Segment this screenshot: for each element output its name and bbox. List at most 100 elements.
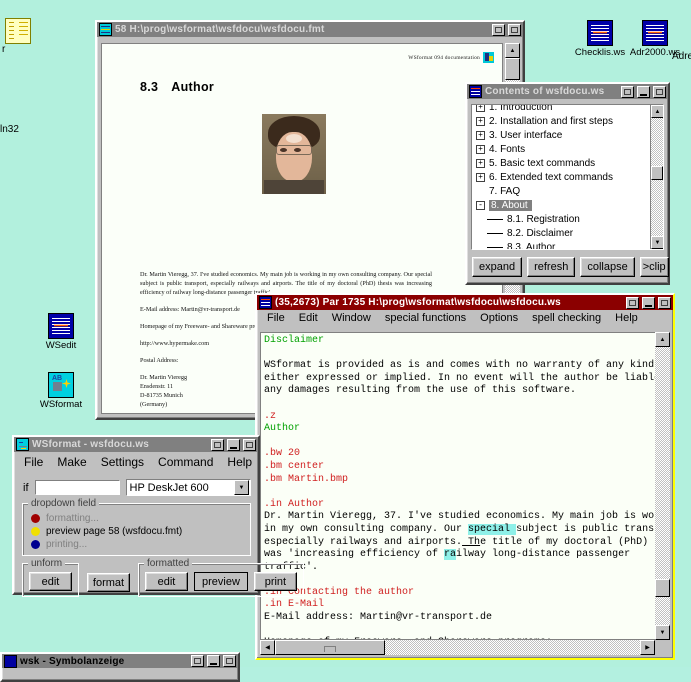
wsformat-titlebar[interactable]: WSformat - wsfdocu.ws (14, 437, 258, 452)
editor-minimize-button[interactable] (642, 296, 655, 309)
wsformat-window[interactable]: WSformat - wsfdocu.ws File Make Settings… (12, 435, 304, 597)
editor-titlebar[interactable]: (35,2673) Par 1735 H:\prog\wsformat\wsfd… (257, 295, 673, 310)
scroll-thumb[interactable] (655, 579, 670, 597)
collapse-button[interactable]: collapse (580, 257, 635, 277)
formatted-edit-button[interactable]: edit (145, 572, 188, 591)
scroll-right-arrow-icon[interactable]: ▶ (640, 640, 655, 655)
tree-item[interactable]: + 3. User interface (476, 128, 650, 142)
contents-window[interactable]: Contents of wsfdocu.ws + 1. Introduction… (465, 82, 670, 285)
editor-window[interactable]: (35,2673) Par 1735 H:\prog\wsformat\wsfd… (255, 293, 675, 660)
contents-tree-pane[interactable]: + 1. Introduction + 2. Installation and … (471, 104, 664, 250)
editor-vertical-scrollbar[interactable]: ▲ ▼ (655, 332, 670, 640)
scroll-track[interactable] (275, 640, 640, 655)
expand-button[interactable]: expand (472, 257, 523, 277)
tree-item-label: 7. FAQ (489, 185, 521, 197)
tree-item-label: 6. Extended text commands (489, 171, 613, 183)
menu-special-functions[interactable]: special functions (378, 311, 473, 325)
contents-titlebar[interactable]: Contents of wsfdocu.ws (467, 84, 668, 99)
editor-maximize-button[interactable] (658, 296, 671, 309)
format-button[interactable]: format (87, 573, 130, 592)
wsformat-minimize-button[interactable] (227, 438, 240, 451)
contents-maximize-button[interactable] (653, 85, 666, 98)
expand-toggle-icon[interactable]: + (476, 116, 485, 126)
wsformat-maximize-button[interactable] (243, 438, 256, 451)
editor-horizontal-scrollbar[interactable]: ◀ ▶ (260, 640, 655, 655)
editor-source-text[interactable]: Disclaimer WSformat is provided as is an… (261, 333, 669, 639)
menu-command[interactable]: Command (151, 454, 220, 470)
menu-file[interactable]: File (260, 311, 292, 325)
document-restore-button[interactable] (492, 23, 505, 36)
menu-spell-checking[interactable]: spell checking (525, 311, 608, 325)
tree-item[interactable]: + 2. Installation and first steps (476, 114, 650, 128)
desktop-icon-checklis[interactable]: Checklis.ws (570, 20, 630, 58)
menu-help[interactable]: Help (220, 454, 259, 470)
expand-toggle-icon[interactable]: + (476, 172, 485, 182)
tree-item-selected[interactable]: - 8. About (476, 198, 650, 212)
background-system-menu-icon[interactable] (4, 654, 17, 668)
preview-button[interactable]: preview (194, 572, 248, 591)
expand-toggle-icon[interactable]: + (476, 158, 485, 168)
menu-make[interactable]: Make (50, 454, 93, 470)
wsformat-restore-button[interactable] (211, 438, 224, 451)
tree-item[interactable]: + 6. Extended text commands (476, 170, 650, 184)
tree-item[interactable]: + 1. Introduction (476, 105, 650, 114)
document-maximize-button[interactable] (508, 23, 521, 36)
scroll-thumb[interactable] (651, 166, 663, 180)
expand-toggle-icon[interactable]: + (476, 130, 485, 140)
wsformat-system-menu-icon[interactable] (16, 438, 29, 451)
menu-edit[interactable]: Edit (292, 311, 325, 325)
scroll-thumb[interactable] (505, 58, 520, 80)
contents-vertical-scrollbar[interactable]: ▲ ▼ (650, 105, 663, 249)
scroll-up-arrow-icon[interactable]: ▲ (505, 43, 520, 58)
desktop-icon-wsformat[interactable]: AB WSformat (31, 372, 91, 410)
menu-help[interactable]: Help (608, 311, 645, 325)
contents-minimize-button[interactable] (637, 85, 650, 98)
editor-text-area[interactable]: Disclaimer WSformat is provided as is an… (260, 332, 670, 640)
scroll-thumb[interactable] (275, 640, 385, 655)
to-clipboard-button[interactable]: >clip (639, 257, 669, 277)
contents-tree[interactable]: + 1. Introduction + 2. Installation and … (472, 105, 650, 249)
chevron-down-icon[interactable]: ▼ (234, 480, 249, 495)
contents-system-menu-icon[interactable] (469, 85, 482, 98)
background-minimize-button[interactable] (207, 655, 220, 667)
tree-item[interactable]: 8.3. Author (476, 240, 650, 249)
background-window-titlebar[interactable]: wsk - Symbolanzeige (2, 654, 238, 668)
document-system-menu-icon[interactable] (99, 23, 112, 36)
editor-restore-button[interactable] (626, 296, 639, 309)
collapse-toggle-icon[interactable]: - (476, 200, 485, 210)
expand-toggle-icon[interactable]: + (476, 105, 485, 112)
wsformat-menubar[interactable]: File Make Settings Command Help (14, 452, 258, 472)
editor-system-menu-icon[interactable] (259, 296, 272, 309)
background-maximize-button[interactable] (223, 655, 236, 667)
desktop-icon-notepad[interactable] (0, 18, 48, 45)
status-row-formatting: formatting... (31, 512, 244, 525)
unform-edit-button[interactable]: edit (29, 572, 72, 591)
menu-settings[interactable]: Settings (94, 454, 151, 470)
tree-item[interactable]: 8.2. Disclaimer (476, 226, 650, 240)
tree-item[interactable]: 7. FAQ (476, 184, 650, 198)
scroll-down-arrow-icon[interactable]: ▼ (651, 236, 663, 249)
if-input[interactable] (34, 480, 120, 495)
scroll-down-arrow-icon[interactable]: ▼ (655, 625, 670, 640)
tree-item[interactable]: + 4. Fonts (476, 142, 650, 156)
tree-item[interactable]: + 5. Basic text commands (476, 156, 650, 170)
contents-restore-button[interactable] (621, 85, 634, 98)
print-button[interactable]: print (253, 572, 297, 591)
desktop-icon-wsedit[interactable]: WSedit (31, 313, 91, 351)
background-restore-button[interactable] (191, 655, 204, 667)
scroll-track[interactable] (651, 118, 663, 236)
menu-options[interactable]: Options (473, 311, 525, 325)
scroll-left-arrow-icon[interactable]: ◀ (260, 640, 275, 655)
tree-item[interactable]: 8.1. Registration (476, 212, 650, 226)
scroll-up-arrow-icon[interactable]: ▲ (655, 332, 670, 347)
printer-dropdown[interactable]: HP DeskJet 600 ▼ (125, 479, 251, 496)
background-window[interactable]: wsk - Symbolanzeige (0, 652, 240, 682)
editor-menubar[interactable]: File Edit Window special functions Optio… (257, 310, 673, 327)
refresh-button[interactable]: refresh (527, 257, 576, 277)
menu-window[interactable]: Window (325, 311, 378, 325)
scroll-track[interactable] (655, 347, 670, 625)
scroll-up-arrow-icon[interactable]: ▲ (651, 105, 663, 118)
menu-file[interactable]: File (17, 454, 50, 470)
document-window-titlebar[interactable]: 58 H:\prog\wsformat\wsfdocu\wsfdocu.fmt (97, 22, 523, 37)
expand-toggle-icon[interactable]: + (476, 144, 485, 154)
